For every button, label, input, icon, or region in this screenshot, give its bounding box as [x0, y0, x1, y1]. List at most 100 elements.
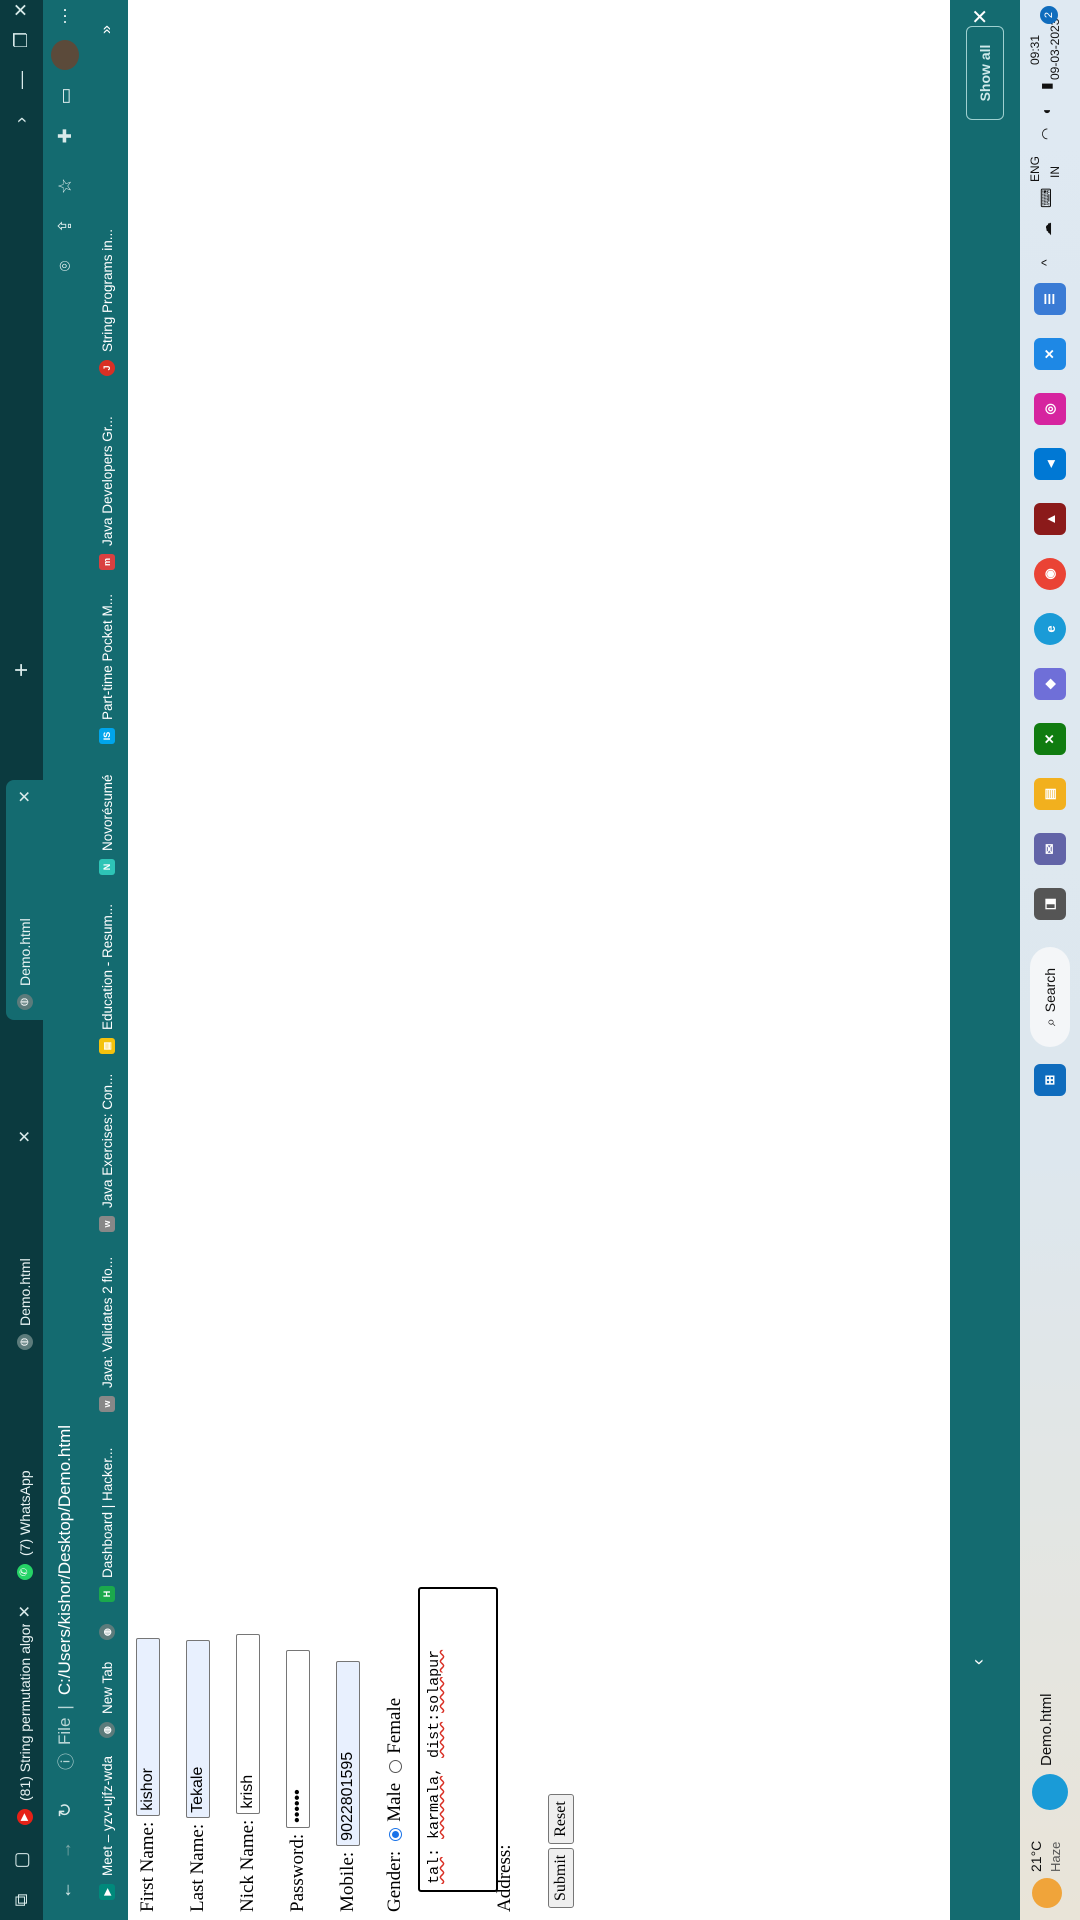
tray-chevron-icon[interactable]: ^	[1038, 259, 1054, 266]
bookmarks-bar: ▶ Meet – yzv-ujfz-wda ◍ New Tab ◍ H Dash…	[86, 0, 128, 1920]
clock-date[interactable]: 09-03-2023	[1048, 19, 1062, 80]
camera-icon[interactable]: ⌾	[51, 252, 79, 280]
password-input[interactable]: ••••••	[286, 1649, 310, 1828]
bookmark-label: Education - Resum...	[99, 903, 115, 1030]
tab-demo-2[interactable]: ◍ Demo.html ✕	[6, 780, 43, 1020]
app-list-icon[interactable]: ☰	[1034, 283, 1066, 315]
copilot-icon[interactable]: ◆	[1034, 668, 1066, 700]
tab-actions-icon[interactable]: ⧉	[0, 1880, 43, 1920]
bookmark-label: Meet – yzv-ujfz-wda	[99, 1755, 115, 1876]
task-view-icon[interactable]: ◨	[1034, 888, 1066, 920]
gender-female-radio[interactable]	[388, 1759, 402, 1773]
mobile-row: Mobile: 9022801595	[336, 1660, 360, 1912]
chrome-icon[interactable]: ◉	[1034, 558, 1066, 590]
gender-male-label: Male	[384, 1782, 405, 1822]
tab-demo-1[interactable]: ◍ Demo.html ✕	[6, 1120, 43, 1360]
refresh-icon[interactable]: ↻	[51, 1796, 79, 1824]
first-name-input[interactable]: kishor	[136, 1637, 160, 1816]
tab-whatsapp[interactable]: ✆ (7) WhatsApp	[6, 1360, 43, 1590]
volume-icon[interactable]: ◖	[1038, 108, 1054, 116]
novoresume-icon: N	[99, 859, 115, 875]
edge-icon[interactable]: e	[1034, 613, 1066, 645]
bookmark-java-developers[interactable]: m Java Developers Gr...	[96, 416, 118, 570]
show-all-button[interactable]: Show all	[966, 26, 1004, 120]
bookmark-internshala[interactable]: IS Part-time Pocket M...	[96, 594, 118, 744]
bookmark-label: Java Exercises: Con...	[99, 1073, 115, 1208]
favorite-star-icon[interactable]: ☆	[51, 172, 79, 200]
language-top[interactable]: ENG	[1028, 156, 1042, 182]
nick-name-label: Nick Name:	[237, 1819, 258, 1912]
password-label: Password:	[287, 1833, 308, 1912]
mobile-label: Mobile:	[337, 1851, 358, 1912]
vscode-icon[interactable]: ◄	[1034, 448, 1066, 480]
app-icon[interactable]: ▲	[1034, 503, 1066, 535]
google-meet-icon: ▶	[99, 1884, 115, 1900]
share-icon[interactable]: ⇪	[51, 212, 79, 240]
minimize-icon[interactable]: ›	[0, 100, 43, 140]
keyboard-icon[interactable]: ⌨	[1038, 188, 1055, 208]
bookmark-java-validates[interactable]: w Java: Validates 2 flo...	[96, 1257, 118, 1412]
edge-taskbar-icon[interactable]	[1032, 1774, 1068, 1810]
close-icon[interactable]: ✕	[15, 1130, 35, 1143]
clock-time[interactable]: 09:31	[1028, 35, 1042, 65]
back-icon[interactable]: ←	[51, 1876, 79, 1904]
extensions-icon[interactable]: ✚	[51, 122, 79, 150]
last-name-input[interactable]: Tekale	[186, 1639, 210, 1818]
browser-toolbar: ← → ↻ ⓘ File | C:/Users/kishor/Desktop/D…	[43, 0, 86, 1920]
bookmark-globe[interactable]: ◍	[96, 1616, 118, 1640]
whatsapp-icon: ✆	[16, 1564, 33, 1580]
page-content: First Name: kishor Last Name: Tekale Nic…	[128, 970, 950, 1920]
submit-button[interactable]: Submit	[548, 1847, 574, 1908]
chevron-left-icon[interactable]: ‹	[968, 1659, 989, 1665]
xbox-icon[interactable]: ✕	[1034, 723, 1066, 755]
first-name-label: First Name:	[137, 1821, 158, 1912]
new-tab-button[interactable]: +	[0, 650, 43, 690]
app-x-icon[interactable]: ✕	[1034, 338, 1066, 370]
close-download-bar-icon[interactable]: ✕	[968, 8, 993, 25]
bookmark-novoresume[interactable]: N Novorésumé	[96, 774, 118, 875]
bookmark-new-tab[interactable]: ◍ New Tab	[96, 1662, 118, 1738]
gender-male-radio[interactable]	[388, 1827, 402, 1841]
battery-icon[interactable]: ▮	[1038, 82, 1055, 90]
info-icon[interactable]: ⓘ	[52, 1753, 77, 1770]
forward-icon[interactable]: →	[51, 1836, 79, 1864]
minimize-button[interactable]: —	[0, 60, 43, 100]
reset-button[interactable]: Reset	[548, 1794, 574, 1844]
onedrive-icon[interactable]: ☁	[1038, 222, 1055, 236]
resume-icon: ▤	[99, 1038, 115, 1054]
javatpoint-icon: J	[99, 360, 115, 376]
close-window-button[interactable]: ✕	[0, 0, 43, 30]
meetup-icon: m	[99, 554, 115, 570]
taskbar-search[interactable]: ⌕ Search	[1030, 947, 1070, 1047]
language-bottom[interactable]: IN	[1048, 166, 1062, 178]
address-textarea[interactable]: tal: karmala, dist:solapur	[418, 1587, 498, 1892]
instagram-icon[interactable]: ◎	[1034, 393, 1066, 425]
bookmark-hackerrank[interactable]: H Dashboard | Hacker...	[96, 1448, 118, 1602]
close-icon[interactable]: ✕	[15, 1605, 35, 1618]
bookmark-meet[interactable]: ▶ Meet – yzv-ujfz-wda	[96, 1756, 118, 1900]
tab-title: Demo.html	[16, 1258, 33, 1326]
bookmark-education[interactable]: ▤ Education - Resum...	[96, 904, 118, 1054]
active-window-title[interactable]: Demo.html	[1038, 1693, 1055, 1766]
address-text: :	[426, 1838, 443, 1857]
tab-title: (7) WhatsApp	[16, 1470, 33, 1556]
mobile-input[interactable]: 9022801595	[336, 1660, 360, 1846]
first-name-row: First Name: kishor	[136, 1637, 160, 1912]
notification-badge[interactable]: 2	[1040, 6, 1058, 24]
wifi-icon[interactable]: ◠	[1038, 128, 1055, 140]
bookmark-string-programs[interactable]: J String Programs in...	[96, 229, 118, 376]
bookmark-java-exercises[interactable]: w Java Exercises: Con...	[96, 1074, 118, 1232]
workspaces-icon[interactable]: ▢	[0, 1840, 43, 1880]
more-bookmarks-icon[interactable]: »	[96, 25, 118, 34]
file-explorer-icon[interactable]: ▤	[1034, 778, 1066, 810]
nick-name-input[interactable]: krish	[236, 1633, 260, 1814]
address-bar[interactable]: ⓘ File | C:/Users/kishor/Desktop/Demo.ht…	[48, 570, 81, 1770]
chat-icon[interactable]: ✉	[1034, 833, 1066, 865]
avatar[interactable]	[51, 40, 79, 70]
sidebar-icon[interactable]: ▭	[51, 82, 79, 110]
tab-youtube[interactable]: ▶ (81) String permutation algorithm ✕	[6, 1595, 43, 1835]
windows-start-icon[interactable]: ⊞	[1034, 1064, 1066, 1096]
close-icon[interactable]: ✕	[15, 790, 35, 803]
bookmark-label: Part-time Pocket M...	[99, 593, 115, 720]
more-menu-icon[interactable]: ⋯	[51, 2, 79, 30]
